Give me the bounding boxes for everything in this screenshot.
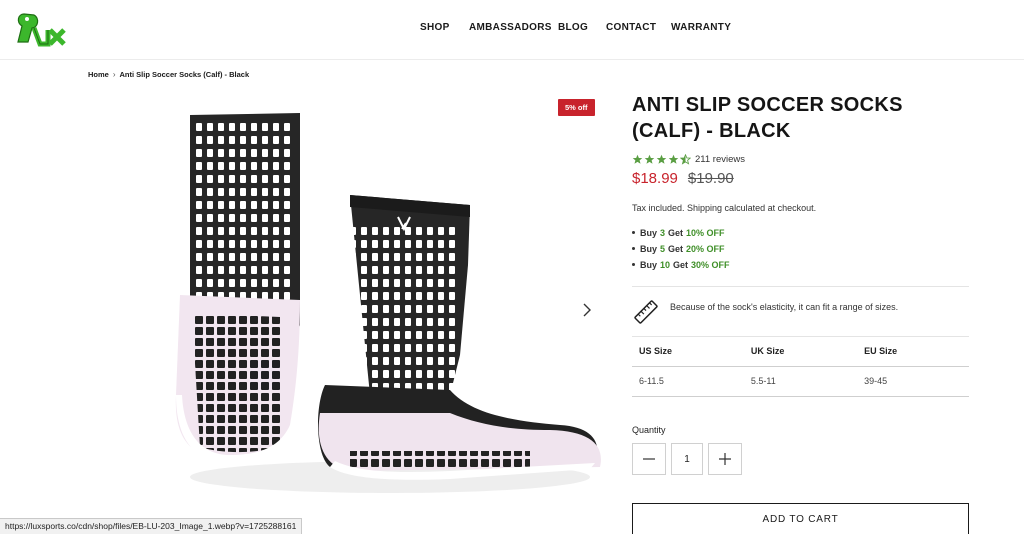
star-rating [632,153,691,165]
list-item: Buy 10 Get 30% OFF [632,257,970,273]
nav-blog[interactable]: BLOG [558,22,588,33]
list-item: Buy 3 Get 10% OFF [632,225,970,241]
chevron-right-icon[interactable] [578,300,596,320]
nav-shop[interactable]: SHOP [420,22,450,33]
chevron-right-icon: › [112,70,116,79]
ruler-icon [634,300,658,324]
breadcrumb: Home › Anti Slip Soccer Socks (Calf) - B… [88,70,249,79]
site-header: SHOP AMBASSADORS BLOG CONTACT WARRANTY [0,0,1024,60]
size-cell-uk: 5.5-11 [743,366,858,397]
star-half-icon [680,153,691,165]
size-cell-us: 6-11.5 [632,366,744,397]
nav-contact[interactable]: CONTACT [606,22,656,33]
product-title: Anti Slip Soccer Socks (Calf) - Black [632,94,903,142]
list-item: Buy 5 Get 20% OFF [632,241,970,257]
fit-note: Because of the sock's elasticity, it can… [670,302,899,312]
nav-warranty[interactable]: WARRANTY [671,22,731,33]
minus-icon [643,458,655,460]
fit-note-row: Because of the sock's elasticity, it can… [632,296,969,330]
product-image[interactable] [150,95,610,515]
table-row: 6-11.5 5.5-11 39-45 [632,366,969,397]
quantity-increase-button[interactable] [708,443,742,475]
quantity-stepper [632,443,742,475]
status-bar-url: https://luxsports.co/cdn/shop/files/EB-L… [0,518,303,534]
breadcrumb-current: Anti Slip Soccer Socks (Calf) - Black [119,70,250,79]
star-icon [632,154,643,164]
product-info: Anti Slip Soccer Socks (Calf) - Black 21… [632,92,970,273]
discount-badge: 5% off [558,99,595,116]
sale-price: $18.99 [632,170,678,187]
tax-note: Tax included. Shipping calculated at che… [632,203,817,213]
table-header-row: US Size UK Size EU Size [632,337,969,367]
compare-price: $19.90 [687,170,734,187]
main-nav: SHOP AMBASSADORS BLOG CONTACT WARRANTY [0,22,1024,38]
price-block: $18.99 $19.90 [632,170,970,187]
breadcrumb-home[interactable]: Home [88,70,109,79]
product-rating[interactable]: 211 reviews [632,152,970,166]
divider [632,286,969,287]
quantity-input[interactable] [671,443,703,475]
nav-ambassadors[interactable]: AMBASSADORS [469,22,552,33]
star-icon [656,154,667,164]
add-to-cart-button[interactable]: ADD TO CART [632,503,969,534]
size-header-eu: EU Size [857,337,969,367]
quantity-label: Quantity [632,425,666,435]
size-header-us: US Size [632,337,744,367]
size-table: US Size UK Size EU Size 6-11.5 5.5-11 39… [632,337,969,397]
bulk-offers: Buy 3 Get 10% OFF Buy 5 Get 20% OFF Buy 10 Get 30… [632,225,970,273]
star-icon [644,154,655,164]
size-cell-eu: 39-45 [857,366,969,397]
size-header-uk: UK Size [743,337,858,367]
quantity-decrease-button[interactable] [632,443,666,475]
star-icon [668,154,679,164]
plus-icon [719,453,731,465]
review-count[interactable]: 211 reviews [695,154,745,165]
